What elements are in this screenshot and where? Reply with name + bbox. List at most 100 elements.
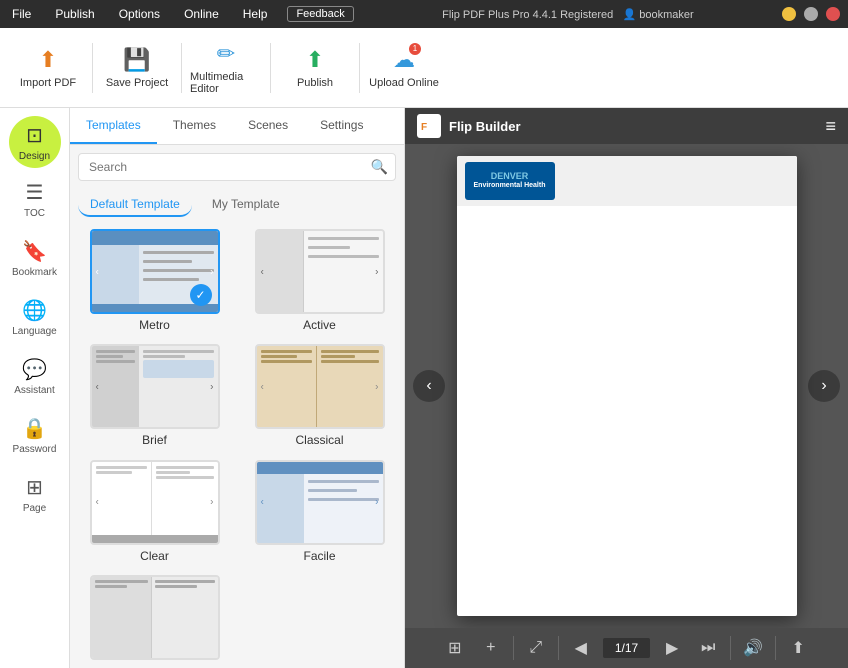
- toc-icon: ☰: [26, 180, 44, 205]
- prev-page-button[interactable]: ‹: [413, 370, 445, 402]
- template-active[interactable]: ‹ › Active: [243, 229, 396, 332]
- preview-title: F Flip Builder: [417, 114, 521, 138]
- sidebar-item-design[interactable]: ⊡ Design: [9, 116, 61, 168]
- menu-online[interactable]: Online: [180, 5, 223, 23]
- share-button[interactable]: ⬆: [780, 630, 816, 666]
- tab-scenes[interactable]: Scenes: [232, 108, 304, 144]
- template-classical-name: Classical: [295, 433, 343, 447]
- sidebar-item-assistant[interactable]: 💬 Assistant: [5, 349, 65, 404]
- assistant-icon: 💬: [22, 357, 47, 382]
- import-pdf-icon: ⬆: [39, 47, 57, 73]
- template-brief[interactable]: ‹ › Brief: [78, 344, 231, 447]
- template-active-name: Active: [303, 318, 336, 332]
- template-panel: Templates Themes Scenes Settings 🔍 Defau…: [70, 108, 405, 668]
- template-clear-thumb[interactable]: ‹ ›: [90, 460, 220, 545]
- preview-content: ‹ › Kid's Health & Safety Coloring Book: [405, 144, 848, 628]
- selected-badge: ✓: [190, 284, 212, 306]
- preview-toolbar: F Flip Builder ≡: [405, 108, 848, 144]
- next-page-nav-button[interactable]: ▶: [654, 630, 690, 666]
- template-clear[interactable]: ‹ › Clear: [78, 460, 231, 563]
- template-facile-thumb[interactable]: ‹ ›: [255, 460, 385, 545]
- maximize-button[interactable]: [804, 7, 818, 21]
- main-toolbar: ⬆ Import PDF 💾 Save Project ✏ Multimedia…: [0, 28, 848, 108]
- toolbar-separator-1: [92, 43, 93, 93]
- sidebar-item-toc[interactable]: ☰ TOC: [5, 172, 65, 227]
- template-metro-thumb[interactable]: ‹ › ✓: [90, 229, 220, 314]
- template-facile[interactable]: ‹ › Facile: [243, 460, 396, 563]
- title-bar-menus: File Publish Options Online Help Feedbac…: [8, 5, 354, 23]
- minimize-button[interactable]: [782, 7, 796, 21]
- template-classical[interactable]: ‹ › Classical: [243, 344, 396, 447]
- template-classical-thumb[interactable]: ‹ ›: [255, 344, 385, 429]
- multimedia-editor-icon: ✏: [217, 41, 235, 67]
- bottom-toolbar: ⊞ + ⤢ ◀ 1/17 ▶ ⏭ 🔊 ⬆: [405, 628, 848, 668]
- publish-button[interactable]: ⬆ Publish: [275, 32, 355, 104]
- template-last1-thumb[interactable]: [90, 575, 220, 660]
- toolbar-sep1: [513, 636, 514, 660]
- template-metro-name: Metro: [139, 318, 170, 332]
- template-brief-name: Brief: [142, 433, 167, 447]
- sidebar-item-password[interactable]: 🔒 Password: [5, 408, 65, 463]
- multimedia-editor-button[interactable]: ✏ Multimedia Editor: [186, 32, 266, 104]
- upload-online-icon: ☁1: [393, 47, 415, 73]
- sub-tab-my[interactable]: My Template: [200, 193, 292, 217]
- search-input[interactable]: [78, 153, 396, 181]
- app-title: Flip PDF Plus Pro 4.4.1 Registered 👤 boo…: [354, 8, 782, 21]
- sidebar-item-page[interactable]: ⊞ Page: [5, 467, 65, 522]
- save-project-icon: 💾: [123, 47, 150, 73]
- book-preview-panel: F Flip Builder ≡ ‹ › Kid's Health & Safe…: [405, 108, 848, 668]
- toolbar-sep3: [730, 636, 731, 660]
- template-last1[interactable]: [78, 575, 231, 660]
- template-clear-name: Clear: [140, 549, 169, 563]
- menu-options[interactable]: Options: [115, 5, 164, 23]
- save-project-button[interactable]: 💾 Save Project: [97, 32, 177, 104]
- page-icon: ⊞: [26, 475, 43, 500]
- close-button[interactable]: [826, 7, 840, 21]
- language-icon: 🌐: [22, 298, 47, 323]
- sub-tab-default[interactable]: Default Template: [78, 193, 192, 217]
- prev-page-nav-button[interactable]: ◀: [563, 630, 599, 666]
- volume-button[interactable]: 🔊: [735, 630, 771, 666]
- next-page-button[interactable]: ›: [808, 370, 840, 402]
- window-controls: [782, 7, 840, 21]
- tab-settings[interactable]: Settings: [304, 108, 379, 144]
- toolbar-separator-2: [181, 43, 182, 93]
- tab-templates[interactable]: Templates: [70, 108, 157, 144]
- toolbar-separator-3: [270, 43, 271, 93]
- upload-online-button[interactable]: ☁1 Upload Online: [364, 32, 444, 104]
- import-pdf-button[interactable]: ⬆ Import PDF: [8, 32, 88, 104]
- search-icon: 🔍: [371, 159, 388, 176]
- menu-help[interactable]: Help: [239, 5, 272, 23]
- templates-grid: ‹ › ✓ Metro: [70, 221, 404, 668]
- publish-icon: ⬆: [306, 47, 324, 73]
- sidebar-item-language[interactable]: 🌐 Language: [5, 290, 65, 345]
- main-layout: ⊡ Design ☰ TOC 🔖 Bookmark 🌐 Language 💬 A…: [0, 108, 848, 668]
- template-brief-thumb[interactable]: ‹ ›: [90, 344, 220, 429]
- template-facile-name: Facile: [303, 549, 335, 563]
- page-indicator: 1/17: [603, 638, 650, 658]
- left-sidebar: ⊡ Design ☰ TOC 🔖 Bookmark 🌐 Language 💬 A…: [0, 108, 70, 668]
- template-metro[interactable]: ‹ › ✓ Metro: [78, 229, 231, 332]
- fit-page-button[interactable]: ⤢: [518, 630, 554, 666]
- menu-publish[interactable]: Publish: [51, 5, 98, 23]
- grid-view-button[interactable]: ⊞: [437, 630, 473, 666]
- menu-file[interactable]: File: [8, 5, 35, 23]
- zoom-in-button[interactable]: +: [473, 630, 509, 666]
- template-active-thumb[interactable]: ‹ ›: [255, 229, 385, 314]
- feedback-button[interactable]: Feedback: [287, 6, 353, 22]
- title-bar: File Publish Options Online Help Feedbac…: [0, 0, 848, 28]
- svg-text:F: F: [421, 122, 427, 133]
- tab-themes[interactable]: Themes: [157, 108, 232, 144]
- password-icon: 🔒: [22, 416, 47, 441]
- sidebar-item-bookmark[interactable]: 🔖 Bookmark: [5, 231, 65, 286]
- template-sub-tabs: Default Template My Template: [70, 189, 404, 221]
- last-page-button[interactable]: ⏭: [690, 630, 726, 666]
- toolbar-sep4: [775, 636, 776, 660]
- bookmark-icon: 🔖: [22, 239, 47, 264]
- search-bar: 🔍: [78, 153, 396, 181]
- cover-bottom-bar: DENVER Environmental Health: [457, 156, 797, 206]
- toolbar-separator-4: [359, 43, 360, 93]
- toolbar-sep2: [558, 636, 559, 660]
- preview-menu-icon[interactable]: ≡: [825, 116, 836, 137]
- flip-builder-logo: F: [417, 114, 441, 138]
